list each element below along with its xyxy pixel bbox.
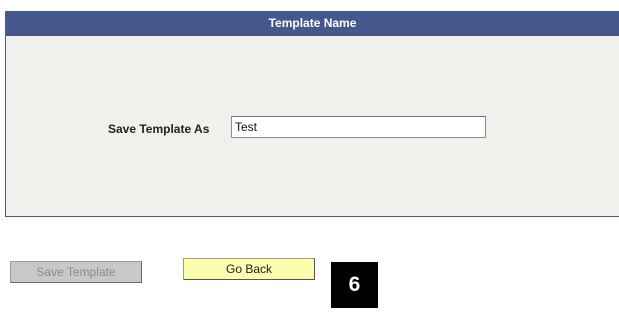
template-name-panel: Template Name Save Template As [5,11,619,217]
save-template-as-label: Save Template As [108,122,210,136]
panel-title: Template Name [6,11,619,36]
go-back-button[interactable]: Go Back [183,258,315,280]
step-number-badge: 6 [331,262,378,308]
save-template-button[interactable]: Save Template [10,261,142,283]
template-name-input[interactable] [231,116,486,138]
